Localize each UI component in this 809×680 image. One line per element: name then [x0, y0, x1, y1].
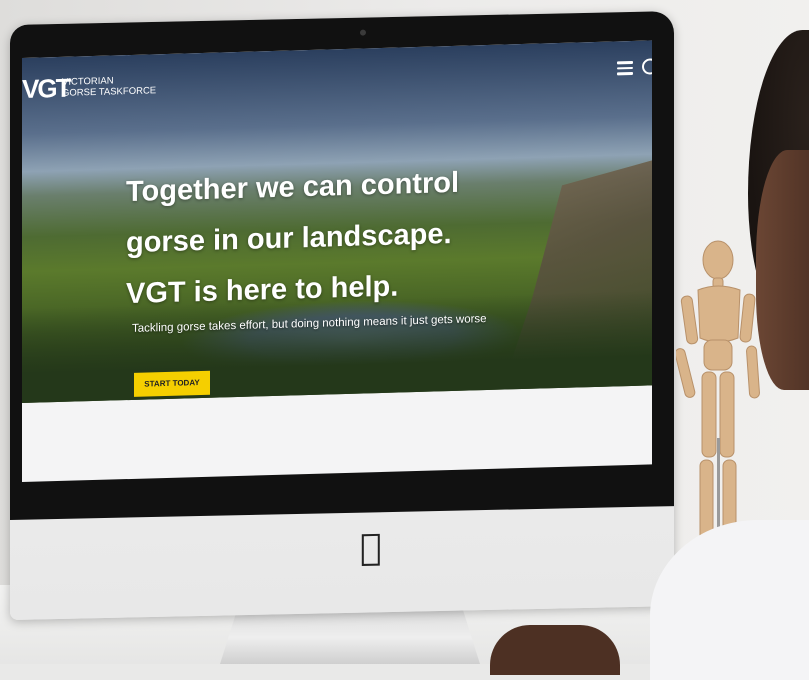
site-header: VGT VICTORIAN GORSE TASKFORCE — [22, 54, 652, 104]
apple-logo-icon:  — [360, 527, 382, 568]
website-screen: VGT VICTORIAN GORSE TASKFORCE Together w… — [22, 40, 652, 483]
search-icon[interactable] — [642, 58, 652, 75]
person-face — [756, 150, 809, 390]
menu-icon[interactable] — [617, 60, 633, 75]
camera-icon — [360, 29, 366, 36]
hero-headline: Together we can control gorse in our lan… — [126, 155, 546, 320]
hero-section: VGT VICTORIAN GORSE TASKFORCE Together w… — [22, 40, 652, 404]
start-today-button[interactable]: START TODAY — [134, 370, 210, 397]
logo-wordmark[interactable]: VICTORIAN GORSE TASKFORCE — [62, 74, 157, 99]
logo-line-2: GORSE TASKFORCE — [62, 85, 157, 99]
person-hand — [490, 625, 620, 675]
